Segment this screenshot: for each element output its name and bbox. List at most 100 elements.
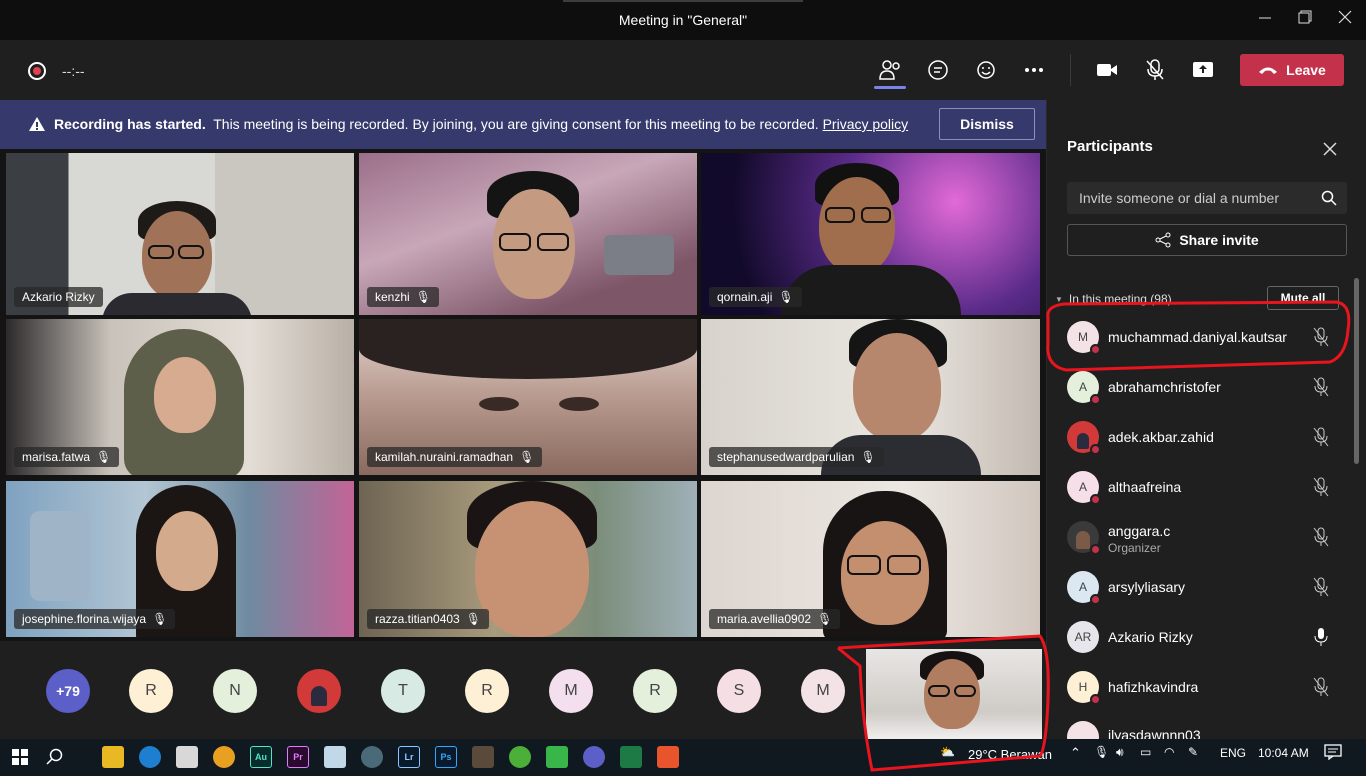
winrar-icon[interactable]	[472, 746, 494, 768]
tile-name: marisa.fatwa 🎙︎	[14, 447, 120, 467]
mic-on-icon[interactable]	[1313, 627, 1329, 647]
minimize-icon[interactable]	[1250, 6, 1280, 34]
participant-row[interactable]: M muchammad.daniyal.kautsar	[1047, 313, 1357, 363]
share-screen-icon[interactable]	[1189, 56, 1217, 84]
mic-off-icon: 🎙︎	[860, 450, 876, 464]
mic-off-icon[interactable]	[1313, 327, 1329, 347]
microphone-muted-icon[interactable]	[1141, 56, 1169, 84]
participant-row[interactable]: A arsylyliasary	[1047, 563, 1357, 613]
mic-off-icon[interactable]	[1313, 377, 1329, 397]
taskbar-search-icon[interactable]	[46, 748, 64, 771]
video-tile[interactable]: stephanusedwardparulian 🎙︎	[701, 319, 1040, 475]
microphone-tray-icon[interactable]: 🎙︎	[1094, 745, 1109, 759]
more-participants-button[interactable]: +79	[46, 669, 90, 713]
participant-row[interactable]: adek.akbar.zahid	[1047, 413, 1357, 463]
share-invite-button[interactable]: Share invite	[1067, 224, 1347, 256]
participant-name: abrahamchristofer	[1108, 379, 1221, 395]
mic-off-icon[interactable]	[1313, 677, 1329, 697]
camera-icon[interactable]	[1093, 56, 1121, 84]
mic-off-icon[interactable]	[1313, 527, 1329, 547]
more-options-icon[interactable]	[1020, 56, 1048, 84]
video-tile[interactable]: razza.titian0403 🎙︎	[359, 481, 697, 637]
participant-name: anggara.c	[1108, 523, 1171, 539]
participants-scrollbar[interactable]	[1354, 278, 1359, 464]
participant-row[interactable]: H hafizhkavindra	[1047, 663, 1357, 713]
lightroom-icon[interactable]: Lr	[398, 746, 420, 768]
in-meeting-header[interactable]: ▼ In this meeting (98)	[1055, 292, 1172, 306]
store-icon[interactable]	[176, 746, 198, 768]
participant-name: muchammad.daniyal.kautsar	[1108, 329, 1287, 345]
participant-row[interactable]: A abrahamchristofer	[1047, 363, 1357, 413]
participants-icon[interactable]	[876, 56, 904, 84]
dismiss-button[interactable]: Dismiss	[939, 108, 1035, 140]
video-tile[interactable]: kamilah.nuraini.ramadhan 🎙︎	[359, 319, 697, 475]
weather-text[interactable]: 29°C Berawan	[968, 747, 1052, 762]
mic-off-icon[interactable]	[1313, 577, 1329, 597]
avatar[interactable]: S	[717, 669, 761, 713]
avatar[interactable]: R	[129, 669, 173, 713]
close-icon[interactable]	[1330, 6, 1360, 34]
chrome-icon[interactable]	[213, 746, 235, 768]
share-icon	[1155, 232, 1171, 248]
volume-icon[interactable]: 🔊︎	[1116, 745, 1124, 760]
teams-icon[interactable]	[583, 746, 605, 768]
banner-title: Recording has started.	[54, 116, 206, 132]
pen-icon[interactable]: ✎	[1188, 745, 1198, 759]
windows-start-icon[interactable]	[12, 749, 28, 770]
tile-name: qornain.aji 🎙︎	[709, 287, 802, 307]
avatar[interactable]: R	[465, 669, 509, 713]
audition-icon[interactable]: Au	[250, 746, 272, 768]
tray-chevron-icon[interactable]: ⌃	[1070, 745, 1081, 761]
mic-off-icon[interactable]	[1313, 477, 1329, 497]
participant-avatar	[1067, 421, 1101, 455]
participant-row[interactable]: AR Azkario Rizky	[1047, 613, 1357, 663]
invite-input[interactable]: Invite someone or dial a number	[1067, 182, 1347, 214]
notifications-icon[interactable]	[1324, 744, 1342, 763]
privacy-policy-link[interactable]: Privacy policy	[823, 116, 909, 132]
video-tile[interactable]: Azkario Rizky	[6, 153, 354, 315]
participant-name: ilyasdawnnn03	[1108, 727, 1201, 739]
avatar[interactable]: R	[633, 669, 677, 713]
photoshop-icon[interactable]: Ps	[435, 746, 457, 768]
edge-icon[interactable]	[139, 746, 161, 768]
leave-button[interactable]: Leave	[1240, 54, 1344, 86]
mute-all-button[interactable]: Mute all	[1267, 286, 1339, 310]
video-tile[interactable]: marisa.fatwa 🎙︎	[6, 319, 354, 475]
clock[interactable]: 10:04 AM	[1258, 746, 1309, 760]
chat-icon[interactable]	[924, 56, 952, 84]
utorrent-icon[interactable]	[509, 746, 531, 768]
powerpoint-icon[interactable]	[657, 746, 679, 768]
participant-row[interactable]: ilyasdawnnn03	[1047, 713, 1357, 739]
video-tile[interactable]: qornain.aji 🎙︎	[701, 153, 1040, 315]
premiere-icon[interactable]: Pr	[287, 746, 309, 768]
avatar[interactable]: M	[549, 669, 593, 713]
video-tile[interactable]: josephine.florina.wijaya 🎙︎	[6, 481, 354, 637]
mic-off-icon[interactable]	[1313, 427, 1329, 447]
battery-icon[interactable]: ▭	[1140, 745, 1151, 759]
line-icon[interactable]	[546, 746, 568, 768]
search-icon[interactable]	[1321, 190, 1337, 211]
participant-row[interactable]: anggara.c Organizer	[1047, 513, 1357, 563]
mic-off-icon: 🎙︎	[415, 290, 431, 304]
avatar[interactable]	[297, 669, 341, 713]
video-tile[interactable]: maria.avellia0902 🎙︎	[701, 481, 1040, 637]
excel-icon[interactable]	[620, 746, 642, 768]
maximize-icon[interactable]	[1290, 6, 1320, 34]
reactions-icon[interactable]	[972, 56, 1000, 84]
file-explorer-icon[interactable]	[102, 746, 124, 768]
video-tile[interactable]: kenzhi 🎙︎	[359, 153, 697, 315]
participant-strip: +79 R N T R M R S M	[0, 641, 1046, 739]
wifi-icon[interactable]: ◠	[1164, 745, 1174, 759]
camera-app-icon[interactable]	[361, 746, 383, 768]
avatar[interactable]: M	[801, 669, 845, 713]
collapse-chevron-icon: ▼	[1055, 294, 1063, 304]
participant-row[interactable]: A althaafreina	[1047, 463, 1357, 513]
participant-name: hafizhkavindra	[1108, 679, 1199, 695]
notepad-icon[interactable]	[324, 746, 346, 768]
avatar[interactable]: N	[213, 669, 257, 713]
close-panel-icon[interactable]	[1323, 142, 1337, 161]
banner-message: This meeting is being recorded. By joini…	[213, 116, 819, 132]
avatar[interactable]: T	[381, 669, 425, 713]
language-indicator[interactable]: ENG	[1220, 746, 1246, 760]
self-video-preview[interactable]	[866, 649, 1042, 739]
